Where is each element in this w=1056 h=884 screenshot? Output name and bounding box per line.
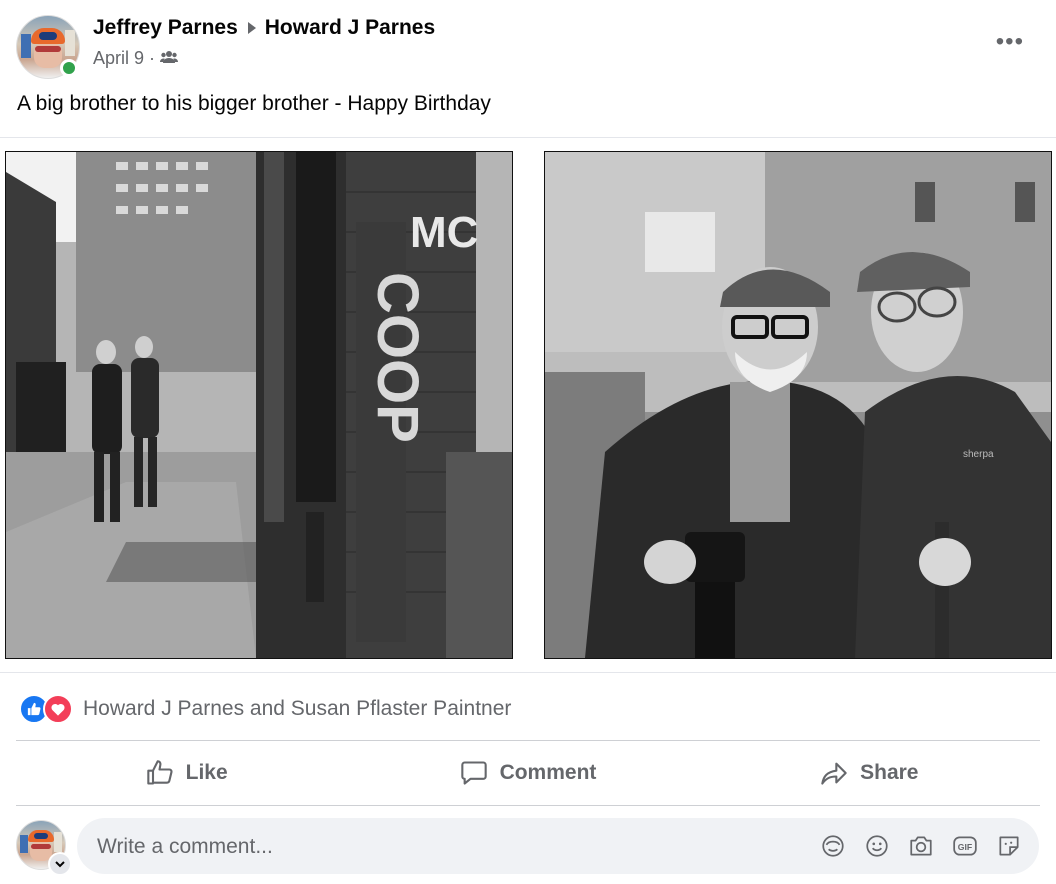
comment-composer[interactable]: GIF <box>77 818 1039 876</box>
post-header-names: Jeffrey Parnes Howard J Parnes <box>93 16 435 40</box>
post-meta: April 9 · <box>93 48 179 69</box>
audience-friends-icon[interactable] <box>160 48 179 69</box>
like-label: Like <box>185 761 228 784</box>
comment-bubble-icon <box>460 761 487 785</box>
sticker-icon[interactable] <box>995 832 1023 860</box>
arrow-right-icon <box>247 22 256 34</box>
share-button[interactable]: Share <box>699 759 1040 787</box>
post-actions-bar: Like Comment Share <box>16 740 1040 806</box>
comment-tools: GIF <box>819 832 1023 860</box>
author-name[interactable]: Jeffrey Parnes <box>93 16 238 40</box>
svg-text:GIF: GIF <box>958 842 972 852</box>
like-button[interactable]: Like <box>16 759 357 787</box>
share-label: Share <box>860 761 919 784</box>
divider <box>0 672 1056 673</box>
graffiti-coop: COOP <box>365 272 430 443</box>
recipient-name[interactable]: Howard J Parnes <box>265 16 435 40</box>
comment-input[interactable] <box>95 818 799 876</box>
photo-street-scene[interactable]: COOP MC <box>5 151 513 659</box>
thumbs-up-icon <box>146 760 173 785</box>
photo-two-men-portrait[interactable]: sherpa <box>544 151 1052 659</box>
love-reaction-icon <box>43 694 73 724</box>
meta-separator: · <box>149 48 156 68</box>
jacket-tag: sherpa <box>963 449 994 460</box>
divider <box>0 137 1056 138</box>
more-options-button[interactable]: ••• <box>996 28 1024 56</box>
share-arrow-icon <box>821 762 847 785</box>
account-switcher-chevron-icon[interactable] <box>48 852 72 876</box>
post-text: A big brother to his bigger brother - Ha… <box>17 92 491 115</box>
graffiti-mc: MC <box>410 208 478 257</box>
emoji-icon[interactable] <box>863 832 891 860</box>
comment-label: Comment <box>499 761 597 784</box>
post-date[interactable]: April 9 <box>93 48 144 69</box>
avatar-sticker-icon[interactable] <box>819 832 847 860</box>
camera-icon[interactable] <box>907 832 935 860</box>
reactions-names[interactable]: Howard J Parnes and Susan Pflaster Paint… <box>83 697 511 721</box>
reactions-summary[interactable]: Howard J Parnes and Susan Pflaster Paint… <box>19 694 511 724</box>
online-status-dot <box>60 59 78 77</box>
gif-icon[interactable]: GIF <box>951 832 979 860</box>
comment-button[interactable]: Comment <box>357 759 698 787</box>
